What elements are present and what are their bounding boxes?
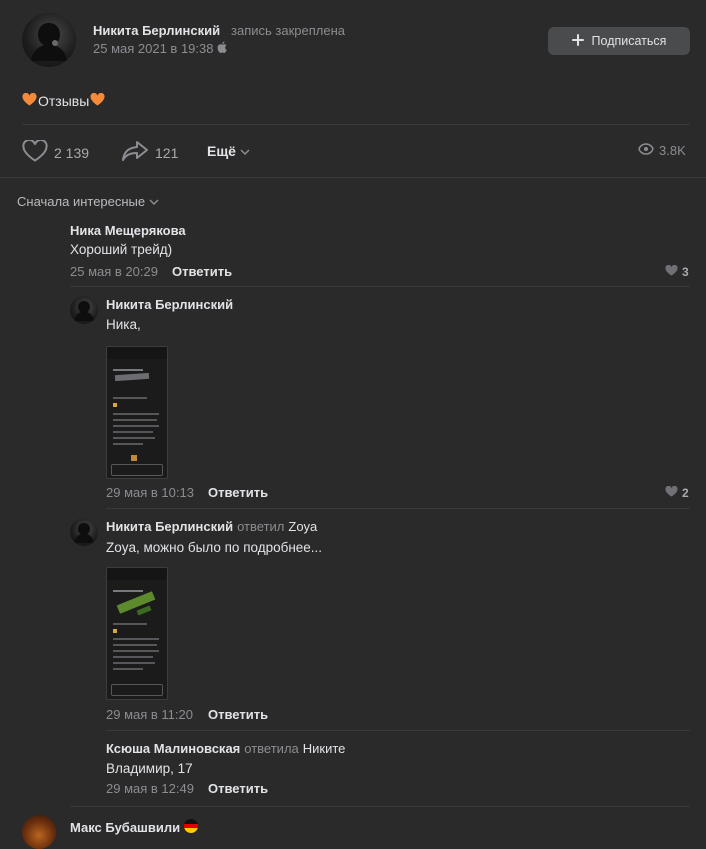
post-author-avatar[interactable]: [22, 13, 76, 67]
heart-emoji-icon: [90, 92, 105, 109]
comment-likes: 2: [682, 485, 689, 500]
comment-date[interactable]: 25 мая в 20:29: [70, 264, 158, 279]
sort-label: Сначала интересные: [17, 194, 146, 209]
like-button[interactable]: 2 139: [22, 138, 90, 165]
divider: [22, 124, 690, 125]
divider: [70, 286, 690, 287]
comment-likes: 3: [682, 264, 689, 279]
post-text-value: Отзывы: [38, 93, 90, 109]
attached-screenshot[interactable]: [106, 346, 168, 479]
subscribe-label: Подписаться: [591, 34, 667, 48]
divider: [106, 730, 690, 731]
comment-header: Ксюша Малиновская ответила Никите: [106, 741, 345, 756]
views-counter: 3.8K: [638, 143, 686, 158]
reply-button[interactable]: Ответить: [208, 485, 268, 500]
comment-author[interactable]: Ника Мещерякова: [70, 223, 186, 238]
sort-dropdown[interactable]: Сначала интересные: [17, 194, 159, 209]
comment-author[interactable]: Никита Берлинский: [106, 519, 233, 534]
share-button[interactable]: 121: [121, 140, 178, 165]
comment-author[interactable]: Ксюша Малиновская: [106, 741, 240, 756]
like-icon: [22, 138, 48, 165]
replied-to[interactable]: Никите: [303, 741, 346, 756]
likes-count: 2 139: [54, 144, 90, 161]
more-label: Ещё: [207, 143, 236, 159]
reply-button[interactable]: Ответить: [208, 781, 268, 796]
comment-avatar[interactable]: [70, 296, 98, 324]
post-text: Отзывы: [22, 92, 105, 109]
comment-text: Zoya, можно было по подробнее...: [106, 540, 323, 555]
apple-icon: [217, 41, 228, 56]
replied-word: ответил: [237, 519, 285, 534]
comment-avatar[interactable]: [70, 518, 98, 546]
attached-screenshot[interactable]: [106, 567, 168, 700]
flag-de-icon: [184, 819, 199, 836]
small-heart-icon: [665, 264, 678, 279]
plus-icon: [571, 33, 584, 49]
comment-like-button[interactable]: 3: [665, 264, 689, 279]
comment-date[interactable]: 29 мая в 12:49: [106, 781, 194, 796]
subscribe-button[interactable]: Подписаться: [548, 27, 690, 55]
comment-author[interactable]: Никита Берлинский: [106, 297, 233, 312]
small-heart-icon: [665, 485, 678, 500]
comment-avatar[interactable]: [22, 815, 56, 849]
share-icon: [121, 140, 149, 165]
divider: [70, 806, 690, 807]
reply-button[interactable]: Ответить: [208, 707, 268, 722]
divider: [0, 177, 706, 178]
comment-header: Никита Берлинский ответил Zoya: [106, 519, 317, 534]
comment-text: Хороший трейд): [70, 242, 173, 257]
more-button[interactable]: Ещё: [207, 143, 250, 159]
comment-text: Ника,: [106, 317, 141, 332]
replied-to[interactable]: Zoya: [288, 519, 317, 534]
divider: [106, 508, 690, 509]
comment-author[interactable]: Макс Бубашвили: [70, 820, 180, 835]
shares-count: 121: [155, 144, 179, 161]
pinned-label: запись закреплена: [231, 23, 345, 38]
views-icon: [638, 143, 654, 158]
comment-like-button[interactable]: 2: [665, 485, 689, 500]
post-date-text: 25 мая 2021 в 19:38: [93, 41, 214, 56]
comment-date[interactable]: 29 мая в 10:13: [106, 485, 194, 500]
chevron-down-icon: [240, 143, 250, 159]
views-count: 3.8K: [659, 143, 686, 158]
comment-header: Макс Бубашвили: [70, 819, 199, 836]
replied-word: ответила: [244, 741, 299, 756]
chevron-down-icon: [149, 194, 159, 209]
reply-button[interactable]: Ответить: [172, 264, 232, 279]
post-author-name[interactable]: Никита Берлинский: [93, 23, 220, 38]
comment-date[interactable]: 29 мая в 11:20: [106, 707, 193, 722]
comment-text: Владимир, 17: [106, 761, 193, 776]
heart-emoji-icon: [22, 92, 37, 109]
post-date[interactable]: 25 мая 2021 в 19:38: [93, 41, 228, 56]
